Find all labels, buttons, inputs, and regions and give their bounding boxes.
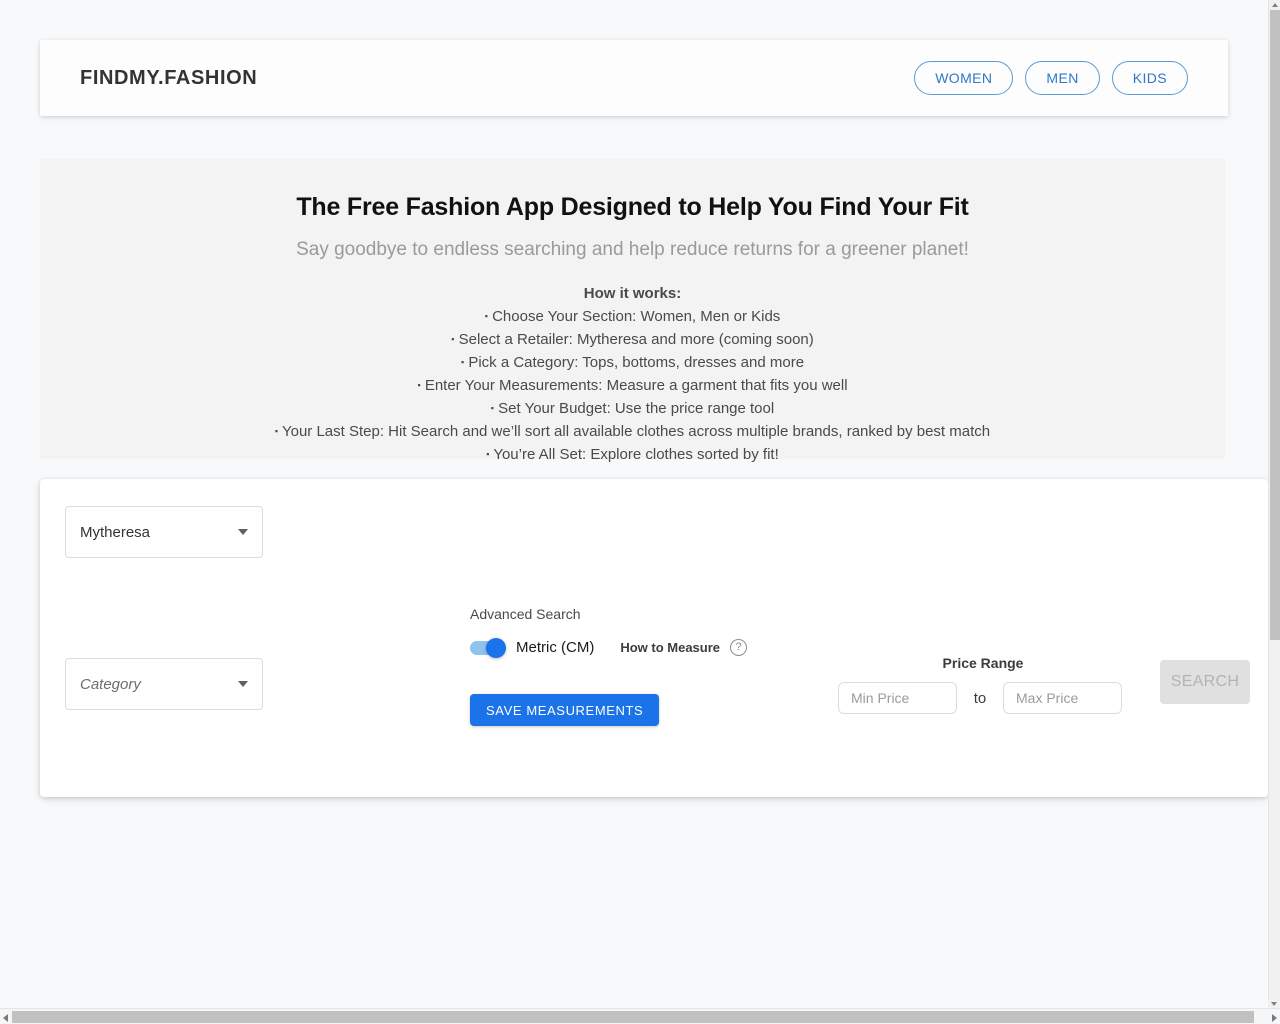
chevron-down-icon [238, 529, 248, 535]
search-button[interactable]: SEARCH [1160, 660, 1250, 704]
bullet-icon: ▪ [274, 426, 279, 436]
site-logo: FINDMY.FASHION [80, 66, 258, 89]
min-price-input[interactable] [838, 682, 957, 714]
scroll-left-arrow-icon[interactable] [3, 1014, 8, 1022]
how-it-works-step-text: Set Your Budget: Use the price range too… [498, 400, 775, 417]
chevron-down-icon [238, 681, 248, 687]
how-it-works-step-text: Your Last Step: Hit Search and we’ll sor… [281, 423, 991, 440]
scroll-up-arrow-icon[interactable] [1272, 3, 1278, 7]
advanced-search-label: Advanced Search [470, 606, 581, 622]
vertical-scrollbar[interactable] [1268, 0, 1280, 1008]
retailer-select-value: Mytheresa [80, 523, 151, 541]
horizontal-scrollbar[interactable] [0, 1008, 1280, 1024]
max-price-input[interactable] [1003, 682, 1122, 714]
search-form-card: Mytheresa Category Advanced Search Metri… [40, 479, 1268, 797]
scroll-down-arrow-icon[interactable] [1271, 1002, 1277, 1006]
how-it-works-step: ▪ Choose Your Section: Women, Men or Kid… [40, 305, 1225, 328]
nav-button-women[interactable]: WOMEN [914, 61, 1014, 95]
bullet-icon: ▪ [417, 380, 421, 390]
price-range-separator: to [973, 689, 987, 707]
how-to-measure-link[interactable]: How to Measure [620, 640, 720, 655]
hero-section: The Free Fashion App Designed to Help Yo… [40, 159, 1225, 463]
unit-toggle-label: Metric (CM) [516, 639, 595, 656]
hero-subtitle: Say goodbye to endless searching and hel… [296, 239, 969, 260]
how-it-works-title: How it works: [583, 285, 682, 302]
bullet-icon: ▪ [460, 357, 465, 367]
bullet-icon: ▪ [486, 449, 490, 459]
category-select[interactable]: Category [65, 658, 263, 710]
site-header: FINDMY.FASHION WOMEN MEN KIDS [40, 40, 1228, 116]
how-it-works-step-text: You’re All Set: Explore clothes sorted b… [493, 446, 779, 463]
page-root: FINDMY.FASHION WOMEN MEN KIDS The Free F… [0, 0, 1280, 1024]
bullet-icon: ▪ [490, 403, 494, 413]
price-range-label: Price Range [942, 655, 1024, 671]
how-it-works-step-text: Enter Your Measurements: Measure a garme… [424, 377, 848, 394]
how-it-works-step: ▪ Set Your Budget: Use the price range t… [40, 397, 1225, 420]
vertical-scrollbar-thumb[interactable] [1270, 10, 1280, 640]
nav-button-men[interactable]: MEN [1025, 61, 1100, 95]
hero-title: The Free Fashion App Designed to Help Yo… [296, 193, 969, 221]
bullet-icon: ▪ [451, 334, 455, 344]
how-it-works-step-text: Choose Your Section: Women, Men or Kids [492, 308, 781, 325]
how-it-works-step-text: Pick a Category: Tops, bottoms, dresses … [468, 354, 805, 371]
primary-nav: WOMEN MEN KIDS [914, 61, 1188, 95]
price-range-row: to [838, 682, 1122, 714]
toggle-knob [486, 637, 506, 658]
bullet-icon: ▪ [484, 311, 488, 321]
help-circle-icon[interactable]: ? [730, 639, 748, 656]
category-select-placeholder: Category [80, 675, 141, 693]
how-it-works-step: ▪ You’re All Set: Explore clothes sorted… [40, 443, 1225, 466]
how-it-works-step: ▪ Pick a Category: Tops, bottoms, dresse… [40, 351, 1225, 374]
horizontal-scrollbar-thumb[interactable] [12, 1011, 1254, 1023]
how-it-works-step: ▪ Select a Retailer: Mytheresa and more … [40, 328, 1225, 351]
how-it-works-step-text: Select a Retailer: Mytheresa and more (c… [458, 331, 814, 348]
retailer-select[interactable]: Mytheresa [65, 506, 263, 558]
nav-button-kids[interactable]: KIDS [1111, 61, 1188, 95]
how-it-works-step: ▪ Enter Your Measurements: Measure a gar… [40, 374, 1225, 397]
save-measurements-button[interactable]: SAVE MEASUREMENTS [470, 694, 660, 726]
how-it-works-step: ▪ Your Last Step: Hit Search and we’ll s… [40, 420, 1225, 443]
metric-unit-toggle[interactable] [470, 637, 506, 658]
unit-toggle-row: Metric (CM) How to Measure ? [470, 637, 748, 658]
page-viewport: FINDMY.FASHION WOMEN MEN KIDS The Free F… [0, 0, 1268, 1008]
scroll-right-arrow-icon[interactable] [1272, 1014, 1277, 1022]
